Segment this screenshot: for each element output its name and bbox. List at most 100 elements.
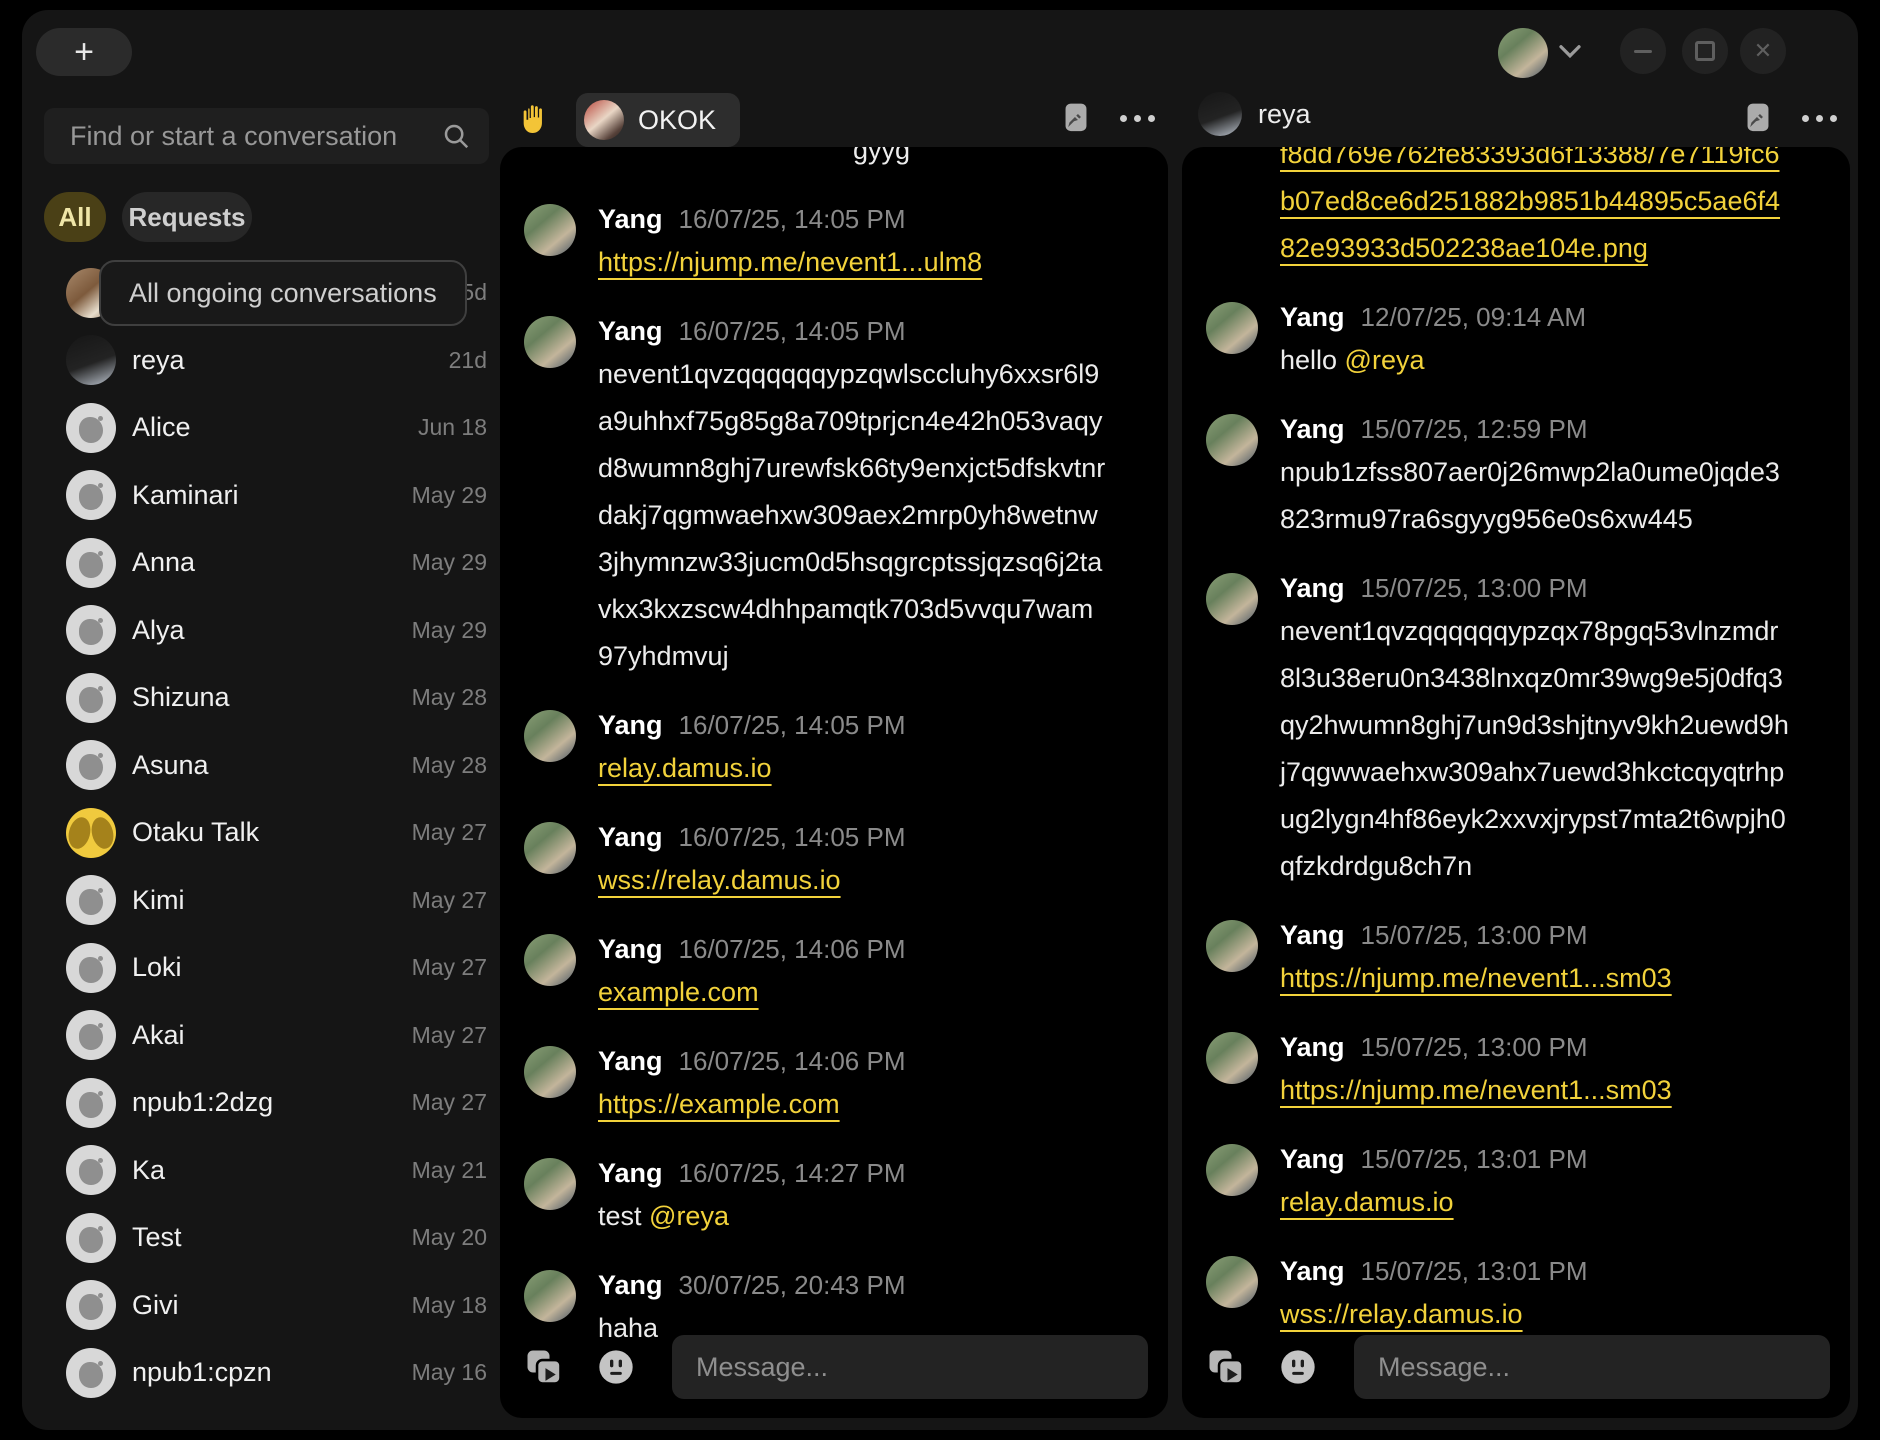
message-author[interactable]: Yang	[598, 934, 663, 965]
message-avatar[interactable]	[524, 1158, 576, 1210]
message-avatar[interactable]	[524, 710, 576, 762]
message-timestamp: 16/07/25, 14:05 PM	[679, 204, 906, 235]
conversation-date: May 20	[412, 1224, 487, 1251]
message-author[interactable]: Yang	[598, 316, 663, 347]
conversation-item[interactable]: LokiMay 27	[42, 934, 489, 1002]
conversation-item[interactable]: KimiMay 27	[42, 867, 489, 935]
message-author[interactable]: Yang	[598, 822, 663, 853]
message-body: Yang 16/07/25, 14:27 PM test @reya	[598, 1158, 905, 1240]
message-author[interactable]: Yang	[598, 710, 663, 741]
message-author[interactable]: Yang	[598, 1270, 663, 1301]
message-avatar[interactable]	[1206, 414, 1258, 466]
conversation-item[interactable]: reya21d	[42, 327, 489, 395]
minimize-button[interactable]	[1620, 28, 1666, 74]
message-author[interactable]: Yang	[1280, 1256, 1345, 1287]
close-button[interactable]: ✕	[1740, 28, 1786, 74]
conversation-item[interactable]: Otaku TalkMay 27	[42, 799, 489, 867]
conversation-item[interactable]: npub1:cpznMay 16	[42, 1339, 489, 1407]
message-timestamp: 12/07/25, 09:14 AM	[1361, 302, 1587, 333]
more-options-icon[interactable]	[1120, 115, 1155, 122]
conversation-item[interactable]: KaMay 21	[42, 1137, 489, 1205]
message-timestamp: 15/07/25, 12:59 PM	[1361, 414, 1588, 445]
message-author[interactable]: Yang	[1280, 1144, 1345, 1175]
more-options-icon[interactable]	[1802, 115, 1837, 122]
message-author[interactable]: Yang	[1280, 920, 1345, 951]
message-avatar[interactable]	[1206, 573, 1258, 625]
message-text: npub1zfss807aer0j26mwp2la0ume0jqde3823rm…	[1280, 457, 1780, 534]
tab-requests[interactable]: Requests	[122, 192, 252, 242]
media-attach-icon[interactable]	[522, 1345, 566, 1389]
note-icon[interactable]	[1060, 101, 1092, 135]
message-timestamp: 15/07/25, 13:00 PM	[1361, 1032, 1588, 1063]
message-body: Yang16/07/25, 14:05 PMrelay.damus.io	[598, 710, 905, 792]
message-avatar[interactable]	[1206, 920, 1258, 972]
message-avatar[interactable]	[524, 822, 576, 874]
message-link[interactable]: https://njump.me/nevent1...sm03	[1280, 963, 1672, 993]
message-author[interactable]: Yang	[598, 1158, 663, 1189]
message-avatar[interactable]	[524, 1046, 576, 1098]
conversation-item[interactable]: AkaiMay 27	[42, 1002, 489, 1070]
tab-all[interactable]: All	[44, 192, 106, 242]
message-list[interactable]: gyygYang16/07/25, 14:05 PMhttps://njump.…	[500, 147, 1168, 1418]
conversation-item[interactable]: AsunaMay 28	[42, 732, 489, 800]
message-link[interactable]: relay.damus.io	[1280, 1187, 1454, 1217]
message-author[interactable]: Yang	[598, 1046, 663, 1077]
message-link[interactable]: https://njump.me/nevent1...sm03	[1280, 1075, 1672, 1105]
message-avatar[interactable]	[524, 316, 576, 368]
message-author[interactable]: Yang	[598, 204, 663, 235]
message-author[interactable]: Yang	[1280, 414, 1345, 445]
message-avatar[interactable]	[524, 934, 576, 986]
search-input[interactable]	[44, 108, 489, 164]
conversation-item[interactable]: GiviMay 18	[42, 1272, 489, 1340]
conversation-item[interactable]: AliceJun 18	[42, 394, 489, 462]
chat-header-reya[interactable]: reya	[1198, 92, 1311, 136]
message-link[interactable]: relay.damus.io	[598, 753, 772, 783]
conversation-name: reya	[132, 345, 433, 376]
message-author[interactable]: Yang	[1280, 1032, 1345, 1063]
message-link[interactable]: f8dd769e762fe83393d6f13388/7e7119fc6b07e…	[1280, 147, 1780, 263]
emoji-picker-icon[interactable]	[594, 1345, 638, 1389]
message-link[interactable]: https://example.com	[598, 1089, 840, 1119]
conversation-item[interactable]: KaminariMay 29	[42, 462, 489, 530]
message-input[interactable]	[1354, 1335, 1830, 1399]
conversation-title-pill[interactable]: OKOK	[576, 93, 740, 147]
conversation-name: Shizuna	[132, 682, 396, 713]
mention-link[interactable]: @reya	[1345, 345, 1425, 375]
conversation-name: npub1:cpzn	[132, 1357, 396, 1388]
mention-link[interactable]: @reya	[649, 1201, 729, 1231]
emoji-picker-icon[interactable]	[1276, 1345, 1320, 1389]
note-icon[interactable]	[1742, 101, 1774, 135]
message-timestamp: 15/07/25, 13:00 PM	[1361, 920, 1588, 951]
conversation-item[interactable]: TestMay 20	[42, 1204, 489, 1272]
message-avatar[interactable]	[1206, 1144, 1258, 1196]
message-content: test @reya	[598, 1193, 905, 1240]
conversation-date: May 29	[412, 549, 487, 576]
message-timestamp: 16/07/25, 14:27 PM	[679, 1158, 906, 1189]
conversation-item[interactable]: AlyaMay 29	[42, 597, 489, 665]
message-row: Yang15/07/25, 13:01 PMwss://relay.damus.…	[1206, 1256, 1832, 1338]
message-avatar[interactable]	[1206, 302, 1258, 354]
conversation-item[interactable]: npub1:2dzgMay 27	[42, 1069, 489, 1137]
message-avatar[interactable]	[1206, 1256, 1258, 1308]
conversation-avatar	[66, 1213, 116, 1263]
conversation-item[interactable]: ShizunaMay 28	[42, 664, 489, 732]
message-author[interactable]: Yang	[1280, 573, 1345, 604]
user-avatar[interactable]	[1498, 28, 1548, 78]
message-content: https://njump.me/nevent1...ulm8	[598, 239, 982, 286]
message-avatar[interactable]	[524, 1270, 576, 1322]
message-author[interactable]: Yang	[1280, 302, 1345, 333]
message-link[interactable]: wss://relay.damus.io	[598, 865, 841, 895]
message-input[interactable]	[672, 1335, 1148, 1399]
chevron-down-icon[interactable]	[1558, 42, 1582, 62]
message-text: hello	[1280, 345, 1345, 375]
media-attach-icon[interactable]	[1204, 1345, 1248, 1389]
message-list[interactable]: f8dd769e762fe83393d6f13388/7e7119fc6b07e…	[1182, 147, 1850, 1418]
message-avatar[interactable]	[1206, 1032, 1258, 1084]
message-link[interactable]: wss://relay.damus.io	[1280, 1299, 1523, 1329]
maximize-button[interactable]	[1682, 28, 1728, 74]
message-link[interactable]: example.com	[598, 977, 759, 1007]
conversation-item[interactable]: AnnaMay 29	[42, 529, 489, 597]
message-avatar[interactable]	[524, 204, 576, 256]
message-body: Yang15/07/25, 13:01 PMrelay.damus.io	[1280, 1144, 1587, 1226]
message-link[interactable]: https://njump.me/nevent1...ulm8	[598, 247, 982, 277]
